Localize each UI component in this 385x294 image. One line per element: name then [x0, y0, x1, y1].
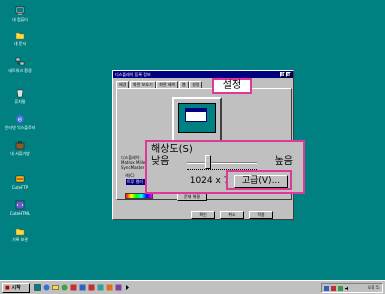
arrow-right-icon[interactable]: [124, 284, 131, 291]
windows-logo-icon: ■: [5, 285, 10, 291]
desktop-icon-label: 내 서류가방: [10, 151, 30, 156]
desktop-icon-my-documents[interactable]: 내 문서: [0, 30, 40, 46]
close-button[interactable]: ×: [286, 72, 291, 77]
dialog-title: 디스플레이 등록 정보: [115, 72, 151, 77]
desktop-icon-recycle-bin[interactable]: 휴지통: [0, 88, 40, 104]
ok-button[interactable]: 확인: [191, 211, 215, 219]
internet-explorer-icon: e: [16, 115, 24, 124]
app-shortcut-icon[interactable]: [79, 284, 86, 291]
internet-explorer-icon[interactable]: [43, 284, 50, 291]
desktop-icon-label: CuteFTP: [11, 185, 29, 190]
app-shortcut-icon[interactable]: [115, 284, 122, 291]
desktop-icon-network[interactable]: 네트워크 환경: [0, 57, 40, 73]
svg-text:e: e: [18, 116, 22, 124]
briefcase-icon: [15, 141, 25, 150]
html-editor-icon: [15, 200, 25, 210]
folder-icon: [15, 32, 25, 40]
volume-icon[interactable]: [345, 286, 350, 291]
desktop-icon-label: 내 컴퓨터: [12, 17, 28, 22]
app-shortcut-icon[interactable]: [97, 284, 104, 291]
apply-button[interactable]: 적용: [249, 211, 273, 219]
computer-icon: [15, 6, 25, 15]
start-button[interactable]: ■ 시작: [2, 283, 30, 293]
desktop-icon-label: 네트워크 환경: [8, 68, 32, 73]
clock[interactable]: 오후 5:: [367, 285, 380, 290]
desktop-shortcut-icon[interactable]: [34, 284, 41, 291]
ftp-icon: [15, 175, 25, 183]
app-shortcut-icon[interactable]: [106, 284, 113, 291]
dialog-tabs: 배경 화면 보호기 화면 배색 웹 설정: [116, 81, 203, 89]
app-shortcut-icon[interactable]: [70, 284, 77, 291]
monitor-screen: [178, 103, 216, 133]
help-button[interactable]: ?: [280, 72, 285, 77]
cancel-button[interactable]: 취소: [220, 211, 244, 219]
settings-tab-callout: 설정: [212, 78, 252, 94]
desktop-icon-cutehtml[interactable]: CuteHTML: [0, 200, 40, 216]
desktop-icon-label: 인터넷 익스플로러: [4, 125, 36, 130]
desktop-icon-archive[interactable]: 기록 보관: [0, 226, 40, 242]
advanced-callout: 고급(V)...: [226, 170, 292, 190]
resolution-high-label: 높음: [274, 156, 293, 167]
outlook-icon[interactable]: [52, 284, 59, 291]
app-shortcut-icon[interactable]: [88, 284, 95, 291]
resolution-low-label: 낮음: [151, 156, 170, 167]
taskbar: ■ 시작 오후 5:: [0, 280, 385, 294]
resolution-slider-thumb[interactable]: [205, 155, 211, 169]
resolution-title: 해상도(S): [151, 144, 193, 155]
desktop-icon-internet-explorer[interactable]: e 인터넷 익스플로러: [0, 114, 40, 130]
desktop-icon-label: 내 문서: [13, 41, 27, 46]
dialog-title-bar[interactable]: 디스플레이 등록 정보 ? ×: [113, 71, 293, 78]
resolution-slider-track[interactable]: [187, 162, 257, 164]
desktop-icon-label: CuteHTML: [9, 211, 31, 216]
folder-icon: [15, 228, 25, 236]
recycle-bin-icon: [16, 89, 24, 98]
preview-window: [185, 108, 207, 122]
settings-tab-callout-label: 설정: [222, 80, 242, 91]
tray-icon[interactable]: [324, 286, 329, 291]
color-label: 색(C): [125, 173, 135, 178]
desktop-icon-briefcase[interactable]: 내 서류가방: [0, 140, 40, 156]
tray-icon[interactable]: [338, 286, 343, 291]
desktop-icon-label: 휴지통: [14, 99, 26, 104]
desktop-icon-cuteftp[interactable]: CuteFTP: [0, 174, 40, 190]
troubleshoot-button[interactable]: 문제 해결: [177, 193, 207, 201]
start-label: 시작: [11, 285, 21, 291]
desktop-icon-label: 기록 보관: [12, 237, 28, 242]
channels-icon[interactable]: [61, 284, 68, 291]
system-tray: 오후 5:: [321, 283, 383, 293]
monitor-preview: [172, 97, 222, 149]
desktop-icon-my-computer[interactable]: 내 컴퓨터: [0, 6, 40, 22]
tray-icon[interactable]: [331, 286, 336, 291]
advanced-button[interactable]: 고급(V)...: [234, 175, 288, 188]
network-icon: [15, 57, 25, 66]
